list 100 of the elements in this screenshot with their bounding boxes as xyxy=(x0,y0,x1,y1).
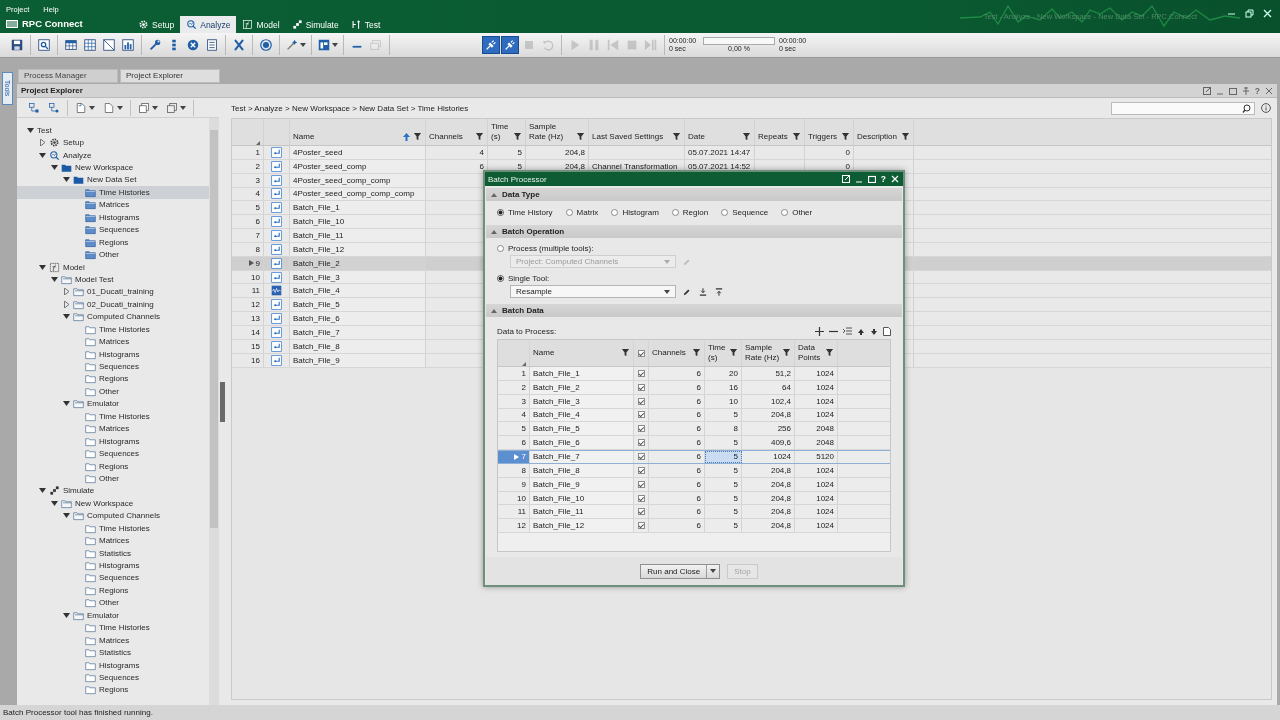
table-cell: Batch_File_12 xyxy=(293,244,345,254)
table-cell: Batch_File_10 xyxy=(293,217,345,227)
table-cell: 6 xyxy=(696,521,701,531)
row-number: 6 xyxy=(255,217,260,227)
table-cell: 10 xyxy=(729,396,738,406)
table-cell: 204,8 xyxy=(770,507,791,517)
table-cell: 4Poster_seed xyxy=(293,147,343,157)
row-number: 6 xyxy=(521,438,526,448)
table-cell: 5 xyxy=(517,161,522,171)
table-cell: 05.07.2021 14:47 xyxy=(688,147,751,157)
table-cell: 6 xyxy=(696,507,701,517)
table-cell: 1024 xyxy=(816,479,834,489)
table-cell: 5 xyxy=(733,452,738,462)
table-cell: 0 xyxy=(845,161,850,171)
table-cell: Batch_File_1 xyxy=(533,368,580,378)
table-cell: 1024 xyxy=(816,507,834,517)
table-cell: 204,8 xyxy=(770,493,791,503)
table-cell: 204,8 xyxy=(770,410,791,420)
table-cell: Batch_File_4 xyxy=(533,410,580,420)
table-cell: Batch_File_12 xyxy=(533,521,585,531)
table-cell: 5 xyxy=(733,507,738,517)
table-cell: Batch_File_3 xyxy=(293,272,340,282)
row-number: 9 xyxy=(521,479,526,489)
table-cell: 05.07.2021 14:52 xyxy=(688,161,751,171)
table-cell: 256 xyxy=(777,424,791,434)
row-number: 10 xyxy=(517,493,526,503)
table-cell: 6 xyxy=(696,382,701,392)
row-number: 15 xyxy=(251,341,260,351)
panel-title: Project Explorer xyxy=(21,86,83,95)
row-number: 14 xyxy=(251,327,260,337)
table-cell: 5 xyxy=(733,438,738,448)
table-cell: 2048 xyxy=(816,438,834,448)
table-cell: Channel Transformation xyxy=(592,161,678,171)
table-cell: Batch_File_7 xyxy=(533,452,580,462)
table-cell: 4Poster_seed_comp xyxy=(293,161,367,171)
table-cell: 5 xyxy=(733,521,738,531)
table-cell: 6 xyxy=(696,493,701,503)
table-cell: 6 xyxy=(479,161,484,171)
table-cell: Batch_File_7 xyxy=(293,327,340,337)
table-cell: 1024 xyxy=(816,410,834,420)
row-number: 12 xyxy=(251,300,260,310)
table-cell: Batch_File_9 xyxy=(293,355,340,365)
row-number: 7 xyxy=(521,452,526,462)
table-cell: Batch_File_1 xyxy=(293,203,340,213)
table-cell: Batch_File_11 xyxy=(293,231,344,240)
table-cell: Batch_File_5 xyxy=(533,424,580,434)
table-cell: 6 xyxy=(696,465,701,475)
row-number: 5 xyxy=(521,424,526,434)
table-cell: 6 xyxy=(696,424,701,434)
table-cell: 16 xyxy=(729,382,738,392)
table-cell: Batch_File_6 xyxy=(533,438,580,448)
table-cell: 5 xyxy=(517,147,522,157)
row-number: 1 xyxy=(255,147,260,157)
row-number: 3 xyxy=(521,396,526,406)
row-number: 2 xyxy=(255,161,260,171)
table-cell: 1024 xyxy=(816,521,834,531)
table-cell: 6 xyxy=(696,368,701,378)
table-cell: 204,8 xyxy=(770,465,791,475)
table-cell: 5 xyxy=(733,410,738,420)
table-cell: 4 xyxy=(479,147,484,157)
row-number: 12 xyxy=(517,521,526,531)
table-cell: Batch_File_8 xyxy=(293,341,340,351)
table-cell: 102,4 xyxy=(770,396,791,406)
row-number: 9 xyxy=(255,258,260,268)
table-cell: 6 xyxy=(696,410,701,420)
app-name: RPC Connect xyxy=(22,18,83,29)
table-cell: Batch_File_8 xyxy=(533,465,580,475)
row-number: 7 xyxy=(255,231,260,240)
row-number: 8 xyxy=(521,465,526,475)
dialog-title: Batch Processor xyxy=(488,174,547,184)
table-cell: 6 xyxy=(696,396,701,406)
table-cell: 204,8 xyxy=(564,161,585,171)
table-cell: Batch_File_2 xyxy=(293,258,340,268)
table-cell: 1024 xyxy=(816,396,834,406)
table-cell: 204,8 xyxy=(770,479,791,489)
table-cell: 1024 xyxy=(816,465,834,475)
table-cell: Batch_File_11 xyxy=(533,507,584,517)
row-number: 3 xyxy=(255,175,260,185)
table-cell: 6 xyxy=(696,438,701,448)
data-label: Data to Process: xyxy=(497,327,557,336)
row-number: 11 xyxy=(517,507,526,517)
table-cell: 409,6 xyxy=(770,438,791,448)
table-cell: 51,2 xyxy=(775,368,791,378)
table-cell: 6 xyxy=(696,479,701,489)
table-cell: 204,8 xyxy=(564,147,585,157)
table-cell: 1024 xyxy=(816,382,834,392)
table-cell: 0 xyxy=(845,147,850,157)
row-number: 4 xyxy=(255,189,260,199)
table-cell: Batch_File_4 xyxy=(293,286,340,296)
table-cell: 1024 xyxy=(816,493,834,503)
row-number: 16 xyxy=(251,355,260,365)
table-cell: 2048 xyxy=(816,424,834,434)
table-cell: 5 xyxy=(733,493,738,503)
table-cell: 6 xyxy=(696,452,701,462)
breadcrumb: Test > Analyze > New Workspace > New Data Set > Time Histories xyxy=(231,103,469,113)
row-number: 11 xyxy=(251,286,260,296)
table-cell: 4Poster_seed_comp_comp_comp xyxy=(293,189,415,199)
table-cell: 4Poster_seed_comp_comp xyxy=(293,175,391,185)
table-cell: Batch_File_6 xyxy=(293,314,340,324)
table-cell: 5120 xyxy=(816,452,834,462)
